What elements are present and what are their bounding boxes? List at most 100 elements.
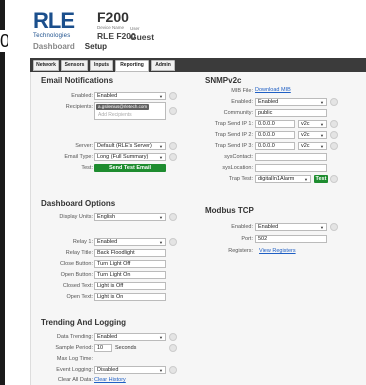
user-name: Guest	[130, 32, 155, 42]
display-units-select[interactable]: English	[94, 213, 166, 221]
email-recipients-box[interactable]: a.gsilenius@rletech.com Add Recipients	[94, 102, 166, 120]
modbus-section-title: Modbus TCP	[205, 206, 254, 215]
snmp-enabled-select[interactable]: Enabled	[255, 98, 327, 106]
email-server-label: Server:	[75, 143, 93, 149]
email-server-select[interactable]: Default (RLE's Server)	[94, 142, 166, 150]
help-icon[interactable]	[169, 142, 177, 150]
relay-title-input[interactable]: Back Floodlight	[94, 249, 166, 257]
port-input[interactable]: 502	[255, 235, 327, 243]
open-text-input[interactable]: Light is On	[94, 293, 166, 301]
help-icon[interactable]	[330, 98, 338, 106]
trap3-version-value: v2c	[301, 143, 310, 149]
logo-main-text: RLE	[33, 8, 75, 33]
edge-glyph: 0	[0, 30, 8, 52]
help-icon[interactable]	[169, 333, 177, 341]
tab-bar: Network Sensors Inputs Reporting Admin	[30, 58, 366, 72]
email-enabled-select[interactable]: Enabled	[94, 92, 166, 100]
modbus-enabled-value: Enabled	[258, 224, 279, 230]
open-button-label: Open Button:	[60, 272, 93, 278]
trap-test-select[interactable]: digitalIn1Alarm	[255, 175, 311, 183]
logo-sub-text: Technologies	[33, 33, 71, 39]
closed-text-label: Closed Text:	[62, 283, 93, 289]
community-input[interactable]: public	[255, 109, 327, 117]
port-label: Port:	[241, 236, 253, 242]
clear-all-label: Clear All Data:	[57, 377, 93, 383]
close-button-label: Close Button:	[59, 261, 93, 267]
close-button-input[interactable]: Turn Light Off	[94, 260, 166, 268]
trap1-version-select[interactable]: v2c	[298, 120, 327, 128]
port-value: 502	[258, 236, 268, 242]
snmp-section-title: SNMPv2c	[205, 76, 242, 85]
display-units-value: English	[97, 214, 116, 220]
view-registers-link[interactable]: View Registers	[259, 248, 296, 254]
email-enabled-label: Enabled:	[71, 93, 93, 99]
sample-period-input[interactable]: 10	[94, 344, 112, 352]
help-icon[interactable]	[169, 92, 177, 100]
close-button-value: Turn Light Off	[97, 261, 131, 267]
help-icon[interactable]	[330, 131, 338, 139]
trap1-label: Trap Send IP 1:	[214, 121, 253, 127]
relay-title-value: Back Floodlight	[97, 250, 135, 256]
sample-period-value: 10	[97, 345, 104, 351]
help-icon[interactable]	[330, 223, 338, 231]
trap1-input[interactable]: 0.0.0.0	[255, 120, 295, 128]
relay-title-label: Relay Title:	[65, 250, 93, 256]
help-icon[interactable]	[169, 366, 177, 374]
trap2-version-select[interactable]: v2c	[298, 131, 327, 139]
tab-inputs[interactable]: Inputs	[90, 60, 113, 71]
trap-test-label: Trap Test:	[228, 176, 253, 182]
help-icon[interactable]	[169, 107, 177, 115]
help-icon[interactable]	[330, 120, 338, 128]
dashboard-section-title: Dashboard Options	[41, 199, 116, 208]
download-mib-link[interactable]: Download MIB	[255, 87, 291, 93]
trap3-input[interactable]: 0.0.0.0	[255, 142, 295, 150]
relay1-select[interactable]: Enabled	[94, 238, 166, 246]
event-logging-value: Disabled	[97, 367, 119, 373]
mib-file-label: MIB File:	[231, 88, 253, 94]
community-label: Community:	[223, 110, 253, 116]
trap1-value: 0.0.0.0	[258, 121, 275, 127]
email-enabled-value: Enabled	[97, 93, 118, 99]
syscontact-label: sysContact:	[224, 154, 253, 160]
trap2-input[interactable]: 0.0.0.0	[255, 131, 295, 139]
snmp-enabled-value: Enabled	[258, 99, 279, 105]
syscontact-input[interactable]	[255, 153, 327, 161]
nav-setup[interactable]: Setup	[85, 42, 107, 51]
rle-logo[interactable]: RLE Technologies	[33, 10, 83, 44]
data-trending-label: Data Trending:	[56, 334, 93, 340]
recipient-chip[interactable]: a.gsilenius@rletech.com	[96, 104, 150, 110]
trap-test-button[interactable]: Test	[314, 175, 328, 183]
modbus-enabled-select[interactable]: Enabled	[255, 223, 327, 231]
top-nav: Dashboard Setup	[33, 42, 117, 51]
event-logging-select[interactable]: Disabled	[94, 366, 166, 374]
help-icon[interactable]	[169, 238, 177, 246]
help-icon[interactable]	[330, 142, 338, 150]
trap-test-value: digitalIn1Alarm	[258, 176, 295, 182]
user-info: User Guest	[130, 26, 154, 42]
nav-dashboard[interactable]: Dashboard	[33, 42, 75, 51]
closed-text-input[interactable]: Light is Off	[94, 282, 166, 290]
help-icon[interactable]	[169, 344, 177, 352]
tab-admin[interactable]: Admin	[151, 60, 175, 71]
help-icon[interactable]	[169, 153, 177, 161]
tab-sensors[interactable]: Sensors	[61, 60, 88, 71]
open-button-input[interactable]: Turn Light On	[94, 271, 166, 279]
tab-network[interactable]: Network	[33, 60, 59, 71]
send-test-email-button[interactable]: Send Test Email	[94, 164, 166, 172]
syslocation-input[interactable]	[255, 164, 327, 172]
clear-history-link[interactable]: Clear History	[94, 377, 126, 383]
community-value: public	[258, 110, 273, 116]
modbus-enabled-label: Enabled:	[231, 224, 253, 230]
open-text-label: Open Text:	[66, 294, 94, 300]
trap3-version-select[interactable]: v2c	[298, 142, 327, 150]
event-logging-label: Event Logging:	[56, 367, 93, 373]
data-trending-select[interactable]: Enabled	[94, 333, 166, 341]
trap1-version-value: v2c	[301, 121, 310, 127]
tab-reporting[interactable]: Reporting	[115, 60, 149, 72]
help-icon[interactable]	[330, 175, 338, 183]
email-type-select[interactable]: Long (Full Summary)	[94, 153, 166, 161]
email-test-label: Test:	[81, 165, 93, 171]
email-section-title: Email Notifications	[41, 76, 114, 85]
display-units-label: Display Units:	[59, 214, 93, 220]
help-icon[interactable]	[169, 213, 177, 221]
